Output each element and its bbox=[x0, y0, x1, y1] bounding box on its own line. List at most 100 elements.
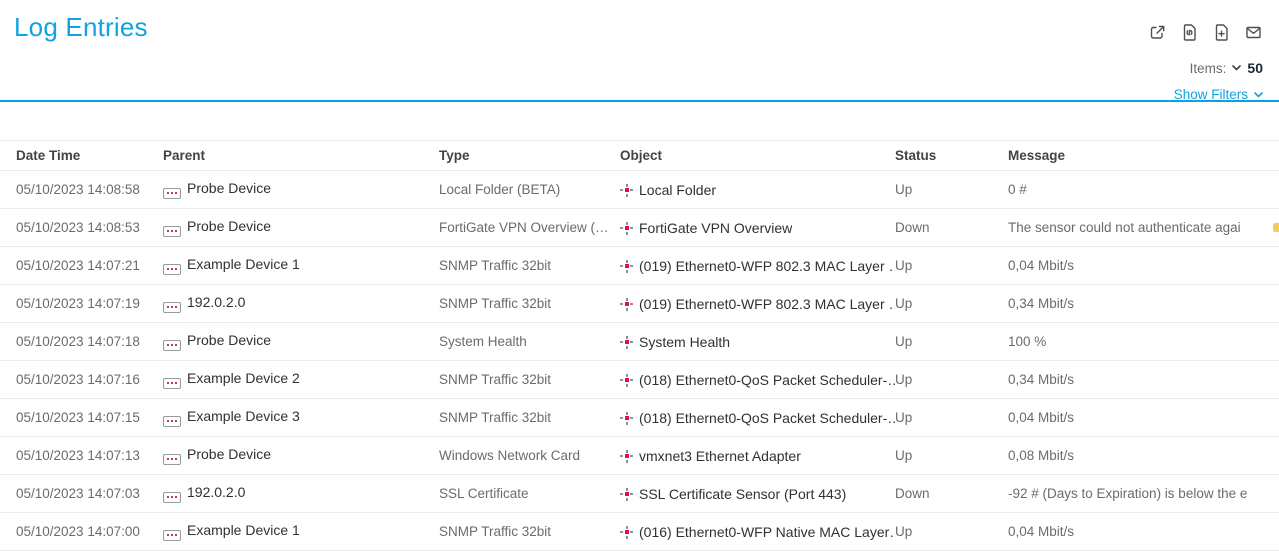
device-icon bbox=[163, 340, 181, 351]
chevron-down-icon bbox=[1232, 65, 1241, 71]
items-label: Items: bbox=[1190, 61, 1227, 76]
sensor-icon bbox=[620, 526, 633, 539]
table-row[interactable]: 05/10/2023 14:08:53 Probe Device FortiGa… bbox=[0, 209, 1279, 247]
device-icon bbox=[163, 302, 181, 313]
email-icon[interactable] bbox=[1244, 23, 1263, 42]
log-datetime: 05/10/2023 14:07:03 bbox=[0, 475, 163, 513]
log-datetime: 05/10/2023 14:07:19 bbox=[0, 285, 163, 323]
show-filters-toggle[interactable]: Show Filters bbox=[1174, 87, 1263, 102]
log-datetime: 05/10/2023 14:07:16 bbox=[0, 361, 163, 399]
export-xml-file-icon[interactable] bbox=[1180, 23, 1199, 42]
object-sensor-link[interactable]: System Health bbox=[620, 323, 895, 361]
table-header-row: Date Time Parent Type Object Status Mess… bbox=[0, 141, 1279, 171]
sensor-icon bbox=[620, 450, 633, 463]
message-value: 0,04 Mbit/s bbox=[1008, 513, 1279, 551]
message-value: 0,04 Mbit/s bbox=[1008, 399, 1279, 437]
message-value: 0,34 Mbit/s bbox=[1008, 361, 1279, 399]
parent-device-link[interactable]: Example Device 1 bbox=[163, 513, 439, 551]
sensor-type: SNMP Traffic 32bit bbox=[439, 513, 620, 551]
sensor-type: SNMP Traffic 32bit bbox=[439, 399, 620, 437]
table-row[interactable]: 05/10/2023 14:07:19 192.0.2.0 SNMP Traff… bbox=[0, 285, 1279, 323]
log-table-body: 05/10/2023 14:08:58 Probe Device Local F… bbox=[0, 171, 1279, 551]
status-value: Up bbox=[895, 285, 1008, 323]
parent-device-link[interactable]: Example Device 1 bbox=[163, 247, 439, 285]
message-value: -92 # (Days to Expiration) is below the … bbox=[1008, 475, 1279, 513]
object-sensor-link[interactable]: SSL Certificate Sensor (Port 443) bbox=[620, 475, 895, 513]
log-datetime: 05/10/2023 14:07:13 bbox=[0, 437, 163, 475]
parent-device-link[interactable]: Probe Device bbox=[163, 323, 439, 361]
sensor-icon bbox=[620, 336, 633, 349]
table-row[interactable]: 05/10/2023 14:08:58 Probe Device Local F… bbox=[0, 171, 1279, 209]
open-in-new-window-icon[interactable] bbox=[1148, 23, 1167, 42]
log-entries-table: Date Time Parent Type Object Status Mess… bbox=[0, 140, 1279, 551]
log-datetime: 05/10/2023 14:08:58 bbox=[0, 171, 163, 209]
message-value: 100 % bbox=[1008, 323, 1279, 361]
log-datetime: 05/10/2023 14:08:53 bbox=[0, 209, 163, 247]
truncated-warning-icon bbox=[1273, 223, 1279, 232]
table-row[interactable]: 05/10/2023 14:07:18 Probe Device System … bbox=[0, 323, 1279, 361]
object-sensor-link[interactable]: (018) Ethernet0-QoS Packet Scheduler-… bbox=[620, 399, 895, 437]
show-filters-label: Show Filters bbox=[1174, 87, 1248, 102]
column-header-message[interactable]: Message bbox=[1008, 141, 1279, 171]
status-value: Up bbox=[895, 513, 1008, 551]
status-value: Up bbox=[895, 399, 1008, 437]
column-header-status[interactable]: Status bbox=[895, 141, 1008, 171]
sensor-icon bbox=[620, 222, 633, 235]
sensor-type: SNMP Traffic 32bit bbox=[439, 247, 620, 285]
status-value: Down bbox=[895, 475, 1008, 513]
parent-device-link[interactable]: 192.0.2.0 bbox=[163, 285, 439, 323]
table-row[interactable]: 05/10/2023 14:07:16 Example Device 2 SNM… bbox=[0, 361, 1279, 399]
parent-device-link[interactable]: Example Device 3 bbox=[163, 399, 439, 437]
log-datetime: 05/10/2023 14:07:00 bbox=[0, 513, 163, 551]
sensor-type: FortiGate VPN Overview (… bbox=[439, 209, 620, 247]
object-sensor-link[interactable]: (019) Ethernet0-WFP 802.3 MAC Layer … bbox=[620, 285, 895, 323]
items-count: 50 bbox=[1247, 60, 1263, 76]
table-row[interactable]: 05/10/2023 14:07:15 Example Device 3 SNM… bbox=[0, 399, 1279, 437]
status-value: Up bbox=[895, 247, 1008, 285]
object-sensor-link[interactable]: (016) Ethernet0-WFP Native MAC Layer… bbox=[620, 513, 895, 551]
device-icon bbox=[163, 416, 181, 427]
device-icon bbox=[163, 188, 181, 199]
parent-device-link[interactable]: Probe Device bbox=[163, 209, 439, 247]
header-toolbar bbox=[1148, 23, 1263, 42]
device-icon bbox=[163, 264, 181, 275]
table-row[interactable]: 05/10/2023 14:07:00 Example Device 1 SNM… bbox=[0, 513, 1279, 551]
table-row[interactable]: 05/10/2023 14:07:21 Example Device 1 SNM… bbox=[0, 247, 1279, 285]
add-to-report-icon[interactable] bbox=[1212, 23, 1231, 42]
object-sensor-link[interactable]: Local Folder bbox=[620, 171, 895, 209]
column-header-date-time[interactable]: Date Time bbox=[0, 141, 163, 171]
parent-device-link[interactable]: Probe Device bbox=[163, 171, 439, 209]
sensor-icon bbox=[620, 298, 633, 311]
table-row[interactable]: 05/10/2023 14:07:03 192.0.2.0 SSL Certif… bbox=[0, 475, 1279, 513]
parent-device-link[interactable]: 192.0.2.0 bbox=[163, 475, 439, 513]
parent-device-link[interactable]: Example Device 2 bbox=[163, 361, 439, 399]
chevron-down-icon bbox=[1254, 92, 1263, 98]
page-title: Log Entries bbox=[14, 12, 148, 43]
object-sensor-link[interactable]: (019) Ethernet0-WFP 802.3 MAC Layer … bbox=[620, 247, 895, 285]
sensor-type: Windows Network Card bbox=[439, 437, 620, 475]
log-datetime: 05/10/2023 14:07:21 bbox=[0, 247, 163, 285]
column-header-parent[interactable]: Parent bbox=[163, 141, 439, 171]
message-value: 0 # bbox=[1008, 171, 1279, 209]
sensor-type: System Health bbox=[439, 323, 620, 361]
table-row[interactable]: 05/10/2023 14:07:13 Probe Device Windows… bbox=[0, 437, 1279, 475]
message-value: 0,04 Mbit/s bbox=[1008, 247, 1279, 285]
items-per-page-control[interactable]: Items: 50 bbox=[1190, 60, 1263, 76]
message-value: 0,08 Mbit/s bbox=[1008, 437, 1279, 475]
object-sensor-link[interactable]: FortiGate VPN Overview bbox=[620, 209, 895, 247]
log-datetime: 05/10/2023 14:07:18 bbox=[0, 323, 163, 361]
sensor-icon bbox=[620, 184, 633, 197]
column-header-type[interactable]: Type bbox=[439, 141, 620, 171]
sensor-type: SNMP Traffic 32bit bbox=[439, 361, 620, 399]
object-sensor-link[interactable]: vmxnet3 Ethernet Adapter bbox=[620, 437, 895, 475]
message-value: The sensor could not authenticate agai bbox=[1008, 209, 1279, 247]
parent-device-link[interactable]: Probe Device bbox=[163, 437, 439, 475]
status-value: Up bbox=[895, 361, 1008, 399]
column-header-object[interactable]: Object bbox=[620, 141, 895, 171]
object-sensor-link[interactable]: (018) Ethernet0-QoS Packet Scheduler-… bbox=[620, 361, 895, 399]
sensor-type: SSL Certificate bbox=[439, 475, 620, 513]
status-value: Up bbox=[895, 323, 1008, 361]
sensor-type: Local Folder (BETA) bbox=[439, 171, 620, 209]
device-icon bbox=[163, 530, 181, 541]
status-value: Down bbox=[895, 209, 1008, 247]
